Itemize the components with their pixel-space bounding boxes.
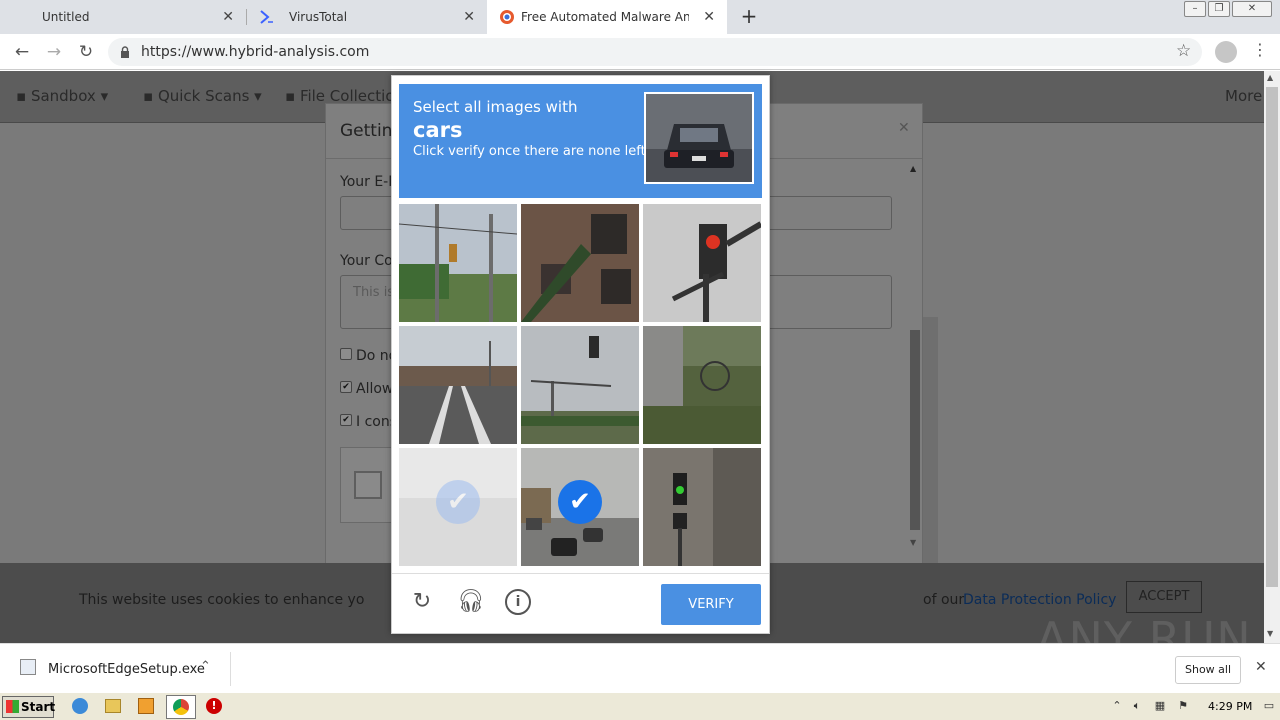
captcha-tile-2[interactable] [521, 204, 639, 322]
captcha-tile-8[interactable]: ✔ [521, 448, 639, 566]
captcha-tile-3[interactable] [643, 204, 761, 322]
folder-icon[interactable] [105, 699, 121, 713]
captcha-sample-image [644, 92, 754, 184]
captcha-tile-1[interactable] [399, 204, 517, 322]
network-icon[interactable]: ▦ [1153, 699, 1167, 713]
nav-label: More [1225, 87, 1263, 105]
start-button[interactable]: Start [2, 696, 56, 718]
flag-icon[interactable]: ⚑ [1176, 699, 1190, 713]
reload-icon[interactable]: ↻ [409, 589, 435, 615]
modal-scroll-thumb[interactable] [910, 330, 920, 530]
start-label: Start [21, 700, 56, 714]
modal-scrollbar[interactable]: ▲ ▼ [908, 160, 922, 550]
tab-strip: Untitled ✕ VirusTotal ✕ Free Automated M… [0, 0, 1280, 34]
cookie-text-2: of our [923, 592, 965, 608]
headphones-icon[interactable]: 🎧︎ [457, 589, 485, 615]
scroll-down-icon[interactable]: ▼ [1267, 629, 1273, 638]
selected-check-icon: ✔ [558, 480, 602, 524]
info-icon[interactable]: i [505, 589, 531, 615]
captcha-tile-9[interactable] [643, 448, 761, 566]
captcha-target: cars [413, 118, 463, 142]
captcha-tile-5[interactable] [521, 326, 639, 444]
installer-file-icon [20, 659, 36, 675]
close-icon[interactable]: ✕ [1255, 659, 1267, 675]
hybrid-analysis-icon [500, 10, 514, 24]
browser-toolbar: ← → ↻ https://www.hybrid-analysis.com ☆ … [0, 34, 1280, 70]
windows-taskbar: Start ! ⌃ 🔈︎ ▦ ⚑ 4:29 PM ▭ [0, 692, 1280, 720]
reload-icon[interactable]: ↻ [74, 41, 98, 63]
verify-button[interactable]: VERIFY [661, 584, 761, 625]
tab-virustotal[interactable]: VirusTotal ✕ [247, 0, 487, 34]
captcha-hint: Click verify once there are none left [413, 144, 646, 159]
captcha-header: Select all images with cars Click verify… [399, 84, 762, 198]
modal-close-icon[interactable]: ✕ [898, 120, 910, 136]
checkbox-allow[interactable]: ✔ [340, 381, 352, 393]
chrome-icon [173, 699, 189, 715]
selected-check-icon: ✔ [436, 480, 480, 524]
cookie-text: This website uses cookies to enhance yo [79, 592, 365, 608]
nav-label: Sandbox [30, 87, 96, 105]
close-tab-icon[interactable]: ✕ [703, 0, 715, 34]
media-player-icon[interactable] [138, 698, 154, 714]
chrome-taskbar-button[interactable] [166, 695, 196, 719]
tab-title: VirusTotal [289, 10, 348, 24]
scroll-up-icon[interactable]: ▲ [1267, 73, 1273, 82]
recaptcha-widget [340, 447, 392, 523]
menu-dots-icon[interactable]: ⋮ [1252, 40, 1268, 59]
restore-button[interactable]: ❐ [1208, 1, 1230, 17]
tray-expand-icon[interactable]: ⌃ [1110, 699, 1124, 713]
captcha-instruction: Select all images with [413, 98, 578, 116]
clock: 4:29 PM [1208, 700, 1253, 713]
address-bar[interactable]: https://www.hybrid-analysis.com ☆ [108, 38, 1202, 66]
chevron-up-icon[interactable]: ⌃ [200, 659, 211, 674]
close-window-button[interactable]: ✕ [1232, 1, 1272, 17]
recaptcha-checkbox[interactable] [354, 471, 382, 499]
lock-icon [121, 46, 129, 58]
url-text: https://www.hybrid-analysis.com [141, 44, 370, 60]
checkbox-consent[interactable]: ✔ [340, 414, 352, 426]
accept-button[interactable]: ACCEPT [1126, 581, 1202, 613]
bookmark-star-icon[interactable]: ☆ [1176, 41, 1191, 61]
captcha-tile-4[interactable] [399, 326, 517, 444]
captcha-tile-6[interactable] [643, 326, 761, 444]
minimize-button[interactable]: – [1184, 1, 1206, 17]
volume-icon[interactable]: 🔈︎ [1130, 699, 1144, 713]
page-scroll-thumb[interactable] [1266, 87, 1278, 587]
windows-logo-icon [6, 700, 19, 713]
comment-placeholder: This is [353, 285, 395, 300]
background-panel [923, 317, 938, 563]
show-all-button[interactable]: Show all [1175, 656, 1241, 684]
tab-hybrid-analysis[interactable]: Free Automated Malware Analysis Se ✕ [487, 0, 727, 34]
captcha-tile-7[interactable]: ✔ [399, 448, 517, 566]
nav-more[interactable]: More [1225, 87, 1262, 105]
new-tab-button[interactable]: + [738, 4, 760, 28]
tab-title: Free Automated Malware Analysis Se [521, 10, 689, 24]
profile-avatar-icon[interactable] [1215, 41, 1237, 63]
captcha-challenge: Select all images with cars Click verify… [391, 75, 770, 634]
scroll-up-icon[interactable]: ▲ [910, 164, 916, 173]
back-arrow-icon[interactable]: ← [10, 41, 34, 63]
alert-icon[interactable]: ! [206, 698, 222, 714]
nav-label: Quick Scans [157, 87, 250, 105]
checkbox-do-not[interactable] [340, 348, 352, 360]
download-filename[interactable]: MicrosoftEdgeSetup.exe [48, 662, 205, 677]
ie-icon[interactable] [72, 698, 88, 714]
data-protection-link[interactable]: Data Protection Policy [963, 592, 1116, 608]
forward-arrow-icon[interactable]: → [42, 41, 66, 63]
close-tab-icon[interactable]: ✕ [222, 0, 234, 34]
nav-quick-scans[interactable]: ▪ Quick Scans ▾ [143, 87, 262, 105]
page-scrollbar[interactable]: ▲ ▼ [1264, 71, 1280, 643]
close-tab-icon[interactable]: ✕ [463, 0, 475, 34]
checkbox-label: Allow [356, 381, 394, 397]
tab-title: Untitled [42, 10, 90, 24]
nav-sandbox[interactable]: ▪ Sandbox ▾ [16, 87, 108, 105]
tab-untitled[interactable]: Untitled ✕ [0, 0, 246, 34]
virustotal-icon [260, 10, 273, 24]
download-bar: MicrosoftEdgeSetup.exe ⌃ Show all ✕ [0, 643, 1280, 692]
show-desktop-icon[interactable]: ▭ [1262, 699, 1276, 713]
captcha-footer: ↻ 🎧︎ i VERIFY [392, 573, 769, 633]
scroll-down-icon[interactable]: ▼ [910, 538, 916, 547]
